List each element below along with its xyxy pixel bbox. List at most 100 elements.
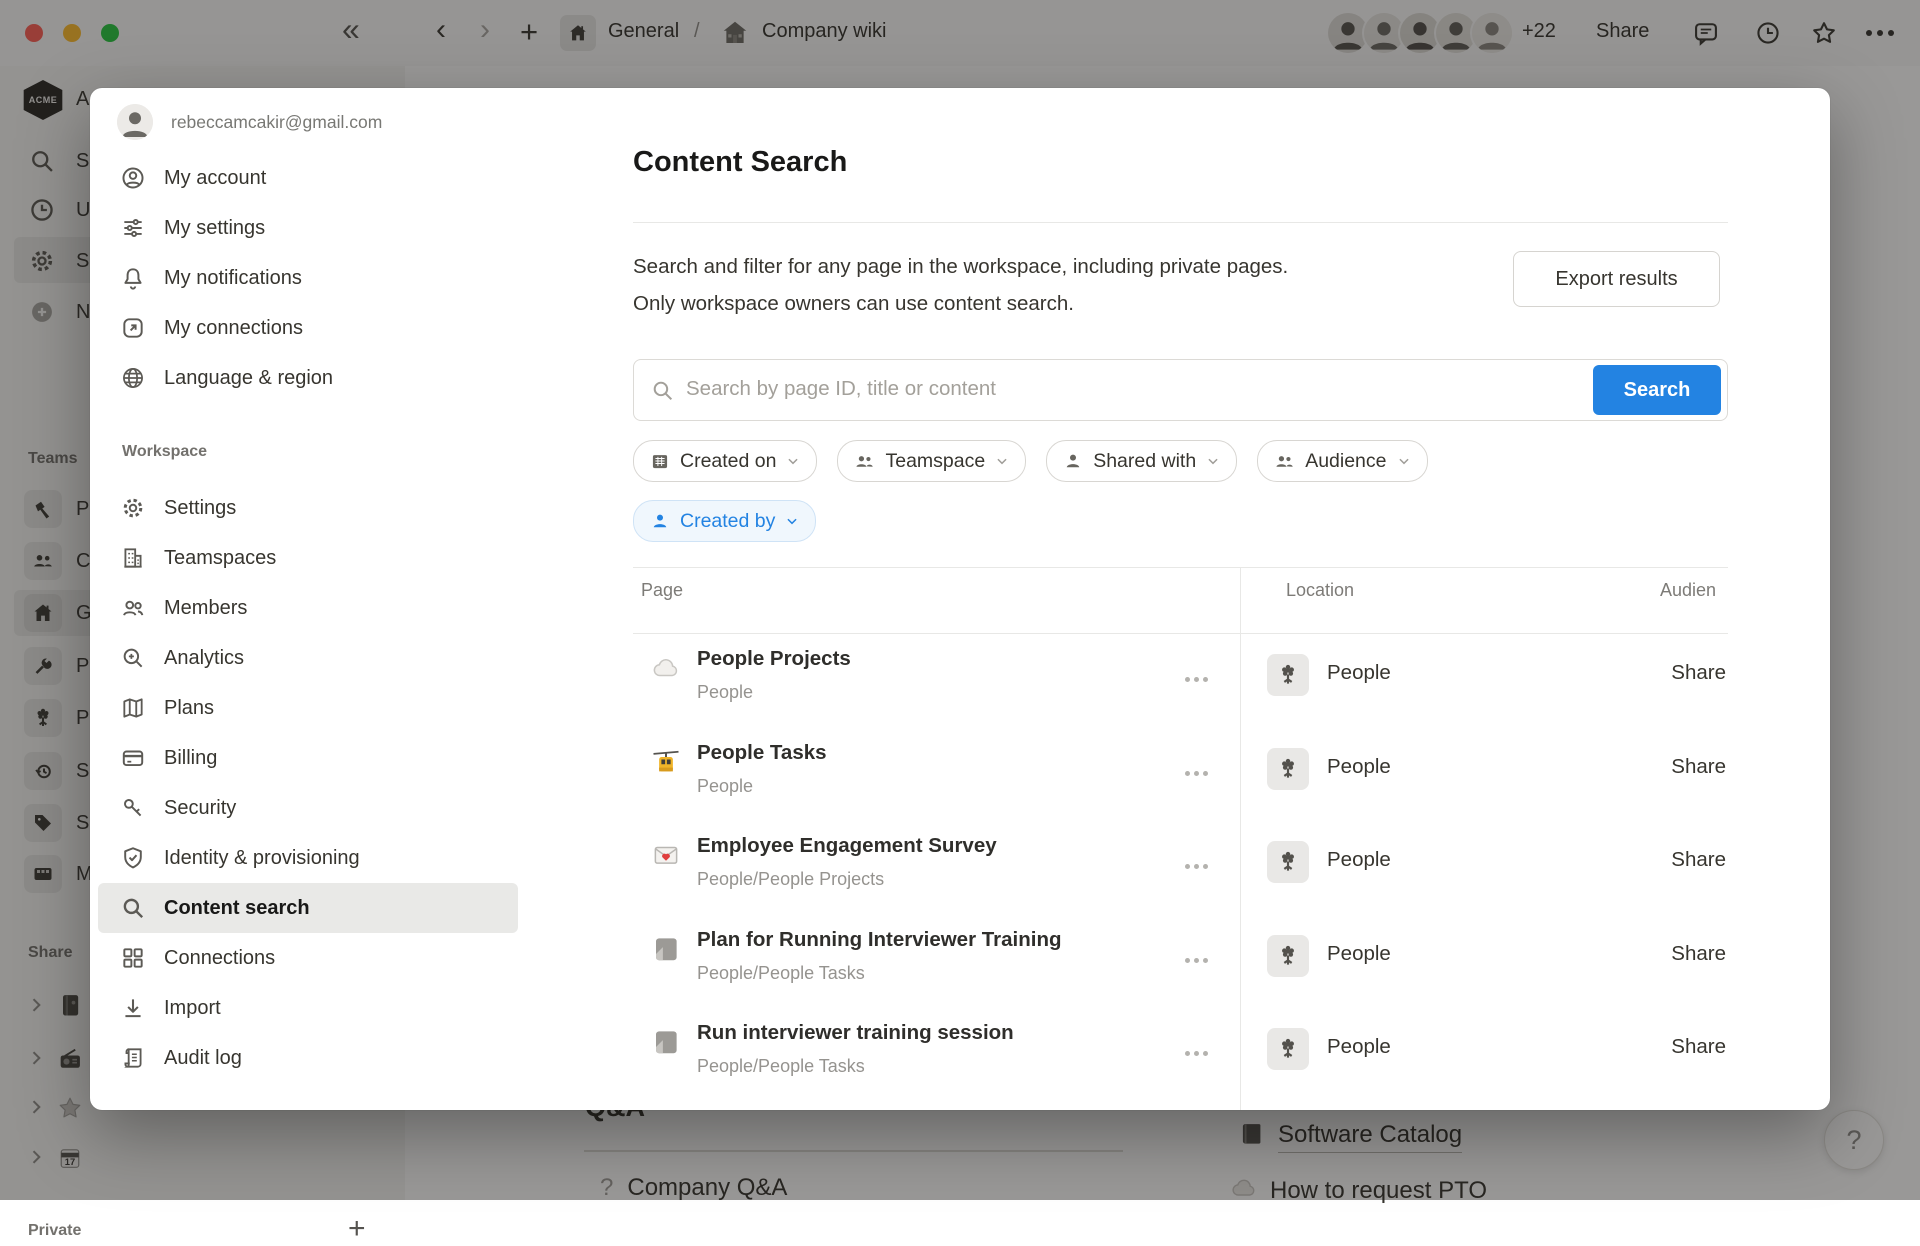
- magnifier-plus-icon: [120, 645, 146, 671]
- user-circle-icon: [120, 165, 146, 191]
- row-actions-button[interactable]: [1185, 864, 1208, 869]
- teamspace-flower-icon: [1267, 935, 1309, 977]
- shield-check-icon: [120, 845, 146, 871]
- column-header-location: Location: [1286, 580, 1354, 601]
- export-results-button[interactable]: Export results: [1513, 251, 1720, 307]
- sidebar-item-my-settings[interactable]: My settings: [98, 203, 518, 253]
- map-icon: [120, 695, 146, 721]
- chevron-down-icon: [1206, 454, 1220, 468]
- table-header-divider: [633, 633, 1728, 634]
- settings-sidebar: rebeccamcakir@gmail.com My account My se…: [90, 88, 633, 1110]
- table-row[interactable]: Employee Engagement Survey People/People…: [633, 826, 1728, 916]
- people-icon: [1274, 451, 1295, 472]
- row-location: People: [1327, 755, 1391, 779]
- row-actions-button[interactable]: [1185, 677, 1208, 682]
- table-row[interactable]: Plan for Running Interviewer Training Pe…: [633, 920, 1728, 1010]
- private-add-icon[interactable]: +: [348, 1212, 366, 1246]
- building-icon: [120, 545, 146, 571]
- sidebar-item-content-search[interactable]: Content search: [98, 883, 518, 933]
- search-input[interactable]: Search by page ID, title or content: [686, 377, 996, 401]
- sidebar-item-billing[interactable]: Billing: [98, 733, 518, 783]
- row-location: People: [1327, 942, 1391, 966]
- settings-modal: rebeccamcakir@gmail.com My account My se…: [90, 88, 1830, 1110]
- row-audience: Share: [1671, 848, 1726, 872]
- row-actions-button[interactable]: [1185, 771, 1208, 776]
- tramway-icon: [651, 747, 681, 782]
- filter-chip-row: Created on Teamspace Shared with Audienc…: [633, 440, 1428, 482]
- sidebar-item-my-notifications[interactable]: My notifications: [98, 253, 518, 303]
- person-icon: [650, 511, 670, 531]
- bell-icon: [120, 265, 146, 291]
- content-search-panel: Content Search Search and filter for any…: [633, 88, 1728, 1110]
- key-icon: [120, 795, 146, 821]
- sidebar-item-my-account[interactable]: My account: [98, 153, 518, 203]
- row-audience: Share: [1671, 1035, 1726, 1059]
- chevron-down-icon: [786, 454, 800, 468]
- filter-teamspace[interactable]: Teamspace: [837, 440, 1026, 482]
- sidebar-item-my-connections[interactable]: My connections: [98, 303, 518, 353]
- row-audience: Share: [1671, 755, 1726, 779]
- page-description: Search and filter for any page in the wo…: [633, 248, 1393, 322]
- sidebar-item-language-region[interactable]: Language & region: [98, 353, 518, 403]
- teamspace-flower-icon: [1267, 654, 1309, 696]
- column-header-audience: Audien: [1660, 580, 1716, 601]
- filter-chip-row-2: Created by: [633, 500, 816, 542]
- gear-icon: [120, 495, 146, 521]
- chevron-down-icon: [1397, 454, 1411, 468]
- sidebar-item-connections[interactable]: Connections: [98, 933, 518, 983]
- row-location: People: [1327, 661, 1391, 685]
- page-icon: [651, 934, 681, 969]
- page-title: Content Search: [633, 146, 847, 179]
- people-icon: [854, 451, 875, 472]
- account-email-row: rebeccamcakir@gmail.com: [117, 104, 382, 140]
- row-actions-button[interactable]: [1185, 1051, 1208, 1056]
- row-location: People: [1327, 1035, 1391, 1059]
- chevron-down-icon: [785, 514, 799, 528]
- row-audience: Share: [1671, 661, 1726, 685]
- page-icon: [651, 1027, 681, 1062]
- table-row[interactable]: People Projects People People Share: [633, 639, 1728, 729]
- table-row[interactable]: Run interviewer training session People/…: [633, 1013, 1728, 1103]
- sidebar-item-security[interactable]: Security: [98, 783, 518, 833]
- search-icon: [650, 378, 675, 408]
- sidebar-item-audit-log[interactable]: Audit log: [98, 1033, 518, 1083]
- filter-created-on[interactable]: Created on: [633, 440, 817, 482]
- teamspace-flower-icon: [1267, 748, 1309, 790]
- search-button[interactable]: Search: [1593, 365, 1721, 415]
- grid-icon: [120, 945, 146, 971]
- filter-created-by[interactable]: Created by: [633, 500, 816, 542]
- table-top-divider: [633, 567, 1728, 568]
- sidebar-item-teamspaces[interactable]: Teamspaces: [98, 533, 518, 583]
- filter-shared-with[interactable]: Shared with: [1046, 440, 1237, 482]
- content-search-bar[interactable]: Search by page ID, title or content Sear…: [633, 359, 1728, 421]
- private-section-header[interactable]: Private: [28, 1222, 81, 1240]
- sliders-icon: [120, 215, 146, 241]
- row-actions-button[interactable]: [1185, 958, 1208, 963]
- row-location: People: [1327, 848, 1391, 872]
- calendar-icon: [650, 451, 670, 471]
- column-header-page: Page: [641, 580, 683, 601]
- user-avatar: [117, 104, 153, 140]
- table-row[interactable]: People Tasks People People Share: [633, 733, 1728, 823]
- sidebar-item-analytics[interactable]: Analytics: [98, 633, 518, 683]
- chevron-down-icon: [995, 454, 1009, 468]
- sidebar-item-import[interactable]: Import: [98, 983, 518, 1033]
- members-icon: [120, 595, 146, 621]
- scroll-icon: [120, 1045, 146, 1071]
- title-divider: [633, 222, 1728, 223]
- sidebar-item-members[interactable]: Members: [98, 583, 518, 633]
- sidebar-item-plans[interactable]: Plans: [98, 683, 518, 733]
- teamspace-flower-icon: [1267, 1028, 1309, 1070]
- person-icon: [1063, 451, 1083, 471]
- sidebar-item-settings[interactable]: Settings: [98, 483, 518, 533]
- search-icon: [120, 895, 146, 921]
- download-icon: [120, 995, 146, 1021]
- arrow-up-right-box-icon: [120, 315, 146, 341]
- sidebar-item-identity-provisioning[interactable]: Identity & provisioning: [98, 833, 518, 883]
- globe-icon: [120, 365, 146, 391]
- teamspace-flower-icon: [1267, 841, 1309, 883]
- row-audience: Share: [1671, 942, 1726, 966]
- love-letter-icon: [651, 840, 681, 875]
- account-email: rebeccamcakir@gmail.com: [171, 112, 382, 133]
- filter-audience[interactable]: Audience: [1257, 440, 1427, 482]
